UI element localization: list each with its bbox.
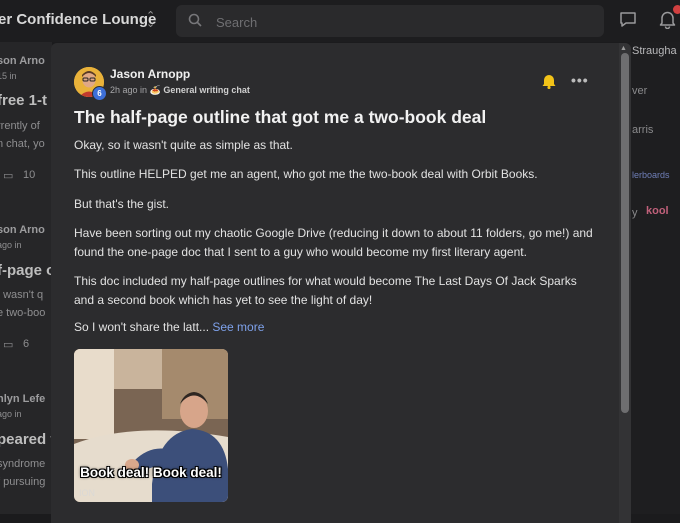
- feed-item-meta: 15 in: [0, 71, 17, 81]
- feed-item-text: f pursuing: [0, 476, 46, 488]
- feed-item-text: n chat, yo: [0, 138, 45, 150]
- post-meta: 2h ago in 🍝 General writing chat: [110, 85, 250, 96]
- post-truncated-text: So I won't share the latt...: [74, 320, 210, 334]
- post-paragraph: This doc included my half-page outlines …: [74, 274, 577, 307]
- post-modal: 6 Jason Arnopp 2h ago in 🍝 General writi…: [51, 43, 631, 523]
- search-input[interactable]: [214, 11, 598, 33]
- group-title[interactable]: er Confidence Lounge: [0, 11, 156, 28]
- feed-item-comment-count: 6: [23, 338, 30, 350]
- feed-item-author: hlyn Lefe: [0, 393, 46, 405]
- comment-icon: ▭: [3, 170, 14, 182]
- leaderboards-link[interactable]: lerboards: [632, 170, 670, 180]
- more-options-icon[interactable]: •••: [571, 72, 589, 88]
- top-bar: er Confidence Lounge ⌃ ⌄: [0, 0, 680, 42]
- feed-item-comment-count: 10: [23, 169, 36, 181]
- feed-item-author: son Arno: [0, 55, 45, 67]
- feed-item-text: rrently of: [0, 120, 40, 132]
- right-sidebar-item[interactable]: Straugha: [632, 45, 677, 57]
- background-feed: son Arno 15 in free 1-t rrently of n cha…: [0, 42, 52, 514]
- feed-item-title: f-page o: [0, 262, 52, 279]
- follow-bell-icon[interactable]: [542, 73, 556, 89]
- post-paragraph: But that's the gist.: [74, 197, 170, 211]
- right-sidebar-item[interactable]: arris: [632, 124, 653, 136]
- group-switcher-chevron-icon[interactable]: ⌃ ⌄: [146, 11, 155, 30]
- post-paragraph: Okay, so it wasn't quite as simple as th…: [74, 138, 293, 152]
- chat-icon[interactable]: [619, 11, 637, 28]
- notifications-bell-icon[interactable]: [659, 10, 676, 29]
- post-paragraph: Have been sorting out my chaotic Google …: [74, 226, 593, 259]
- post-gif[interactable]: Book deal! Book deal! ION: [74, 349, 228, 502]
- scroll-up-arrow-icon[interactable]: ▲: [620, 45, 627, 52]
- feed-item-text: syndrome: [0, 458, 46, 470]
- comment-icon: ▭: [3, 339, 14, 351]
- category-icon: 🍝: [149, 85, 161, 95]
- modal-scrollbar-thumb[interactable]: [621, 53, 629, 413]
- post-time: 2h ago: [110, 85, 138, 95]
- gif-watermark: ION: [79, 488, 96, 498]
- post-title: The half-page outline that got me a two-…: [74, 107, 487, 127]
- author-name[interactable]: Jason Arnopp: [110, 67, 190, 81]
- gif-caption: Book deal! Book deal!: [80, 465, 222, 480]
- notification-dot: [673, 5, 680, 14]
- level-badge: 6: [92, 86, 107, 101]
- right-sidebar: Straugha ver arris lerboards y kool: [630, 42, 680, 514]
- see-more-link[interactable]: See more: [212, 320, 264, 334]
- feed-item-text: e two-boo: [0, 307, 46, 319]
- feed-item-meta: ago in: [0, 409, 22, 419]
- right-sidebar-item[interactable]: ver: [632, 85, 647, 97]
- feed-item-meta: ago in: [0, 240, 22, 250]
- feed-item-title: peared f: [0, 431, 52, 448]
- right-sidebar-item: kool: [646, 205, 669, 217]
- feed-item-text: t wasn't q: [0, 289, 44, 301]
- post-paragraph: This outline HELPED get me an agent, who…: [74, 167, 538, 181]
- feed-item-author: son Arno: [0, 224, 45, 236]
- category-link[interactable]: General writing chat: [163, 85, 250, 95]
- search-bar[interactable]: [176, 5, 604, 37]
- feed-item-title: free 1-t: [0, 92, 48, 109]
- post-in-label: in: [140, 85, 148, 95]
- right-sidebar-item: y: [632, 207, 638, 219]
- search-icon: [188, 13, 202, 27]
- post-last-line: So I won't share the latt... See more: [74, 318, 594, 337]
